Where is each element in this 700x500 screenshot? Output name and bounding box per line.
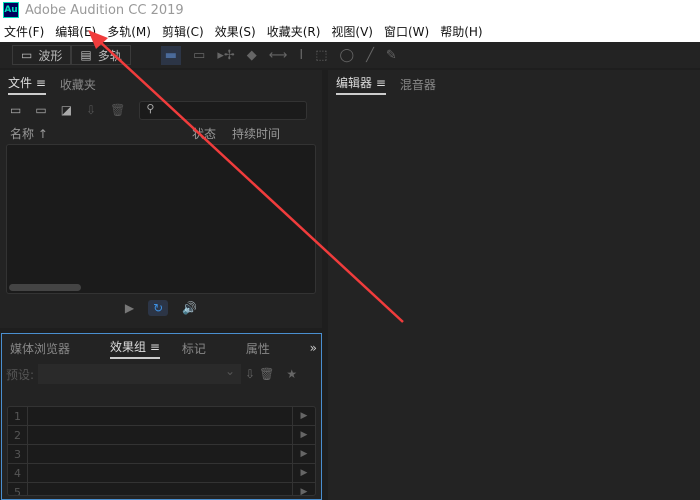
arrow-line — [97, 39, 404, 323]
annotation-arrow — [88, 30, 404, 323]
